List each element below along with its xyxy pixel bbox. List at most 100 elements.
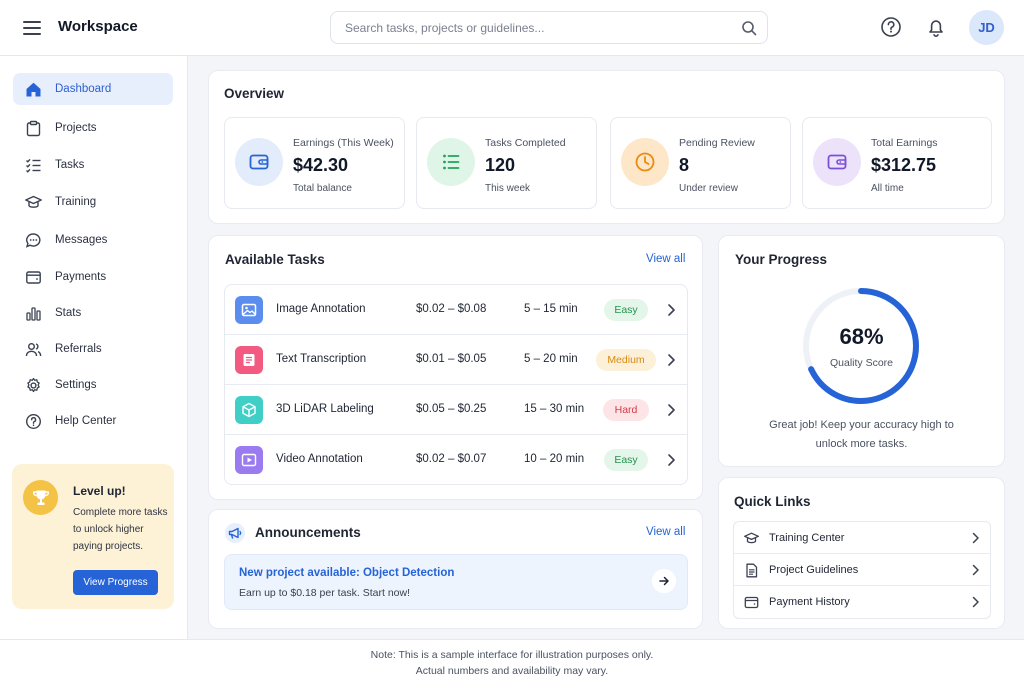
- avatar[interactable]: JD: [969, 10, 1004, 45]
- stat-sub: Total balance: [293, 183, 352, 194]
- tasks-view-all-link[interactable]: View all: [646, 253, 685, 265]
- footer-note: Note: This is a sample interface for ill…: [0, 639, 1024, 683]
- available-tasks-card: Available Tasks View all Image Annotatio…: [208, 235, 703, 500]
- task-row-3d-lidar-labeling[interactable]: 3D LiDAR Labeling $0.05 – $0.25 15 – 30 …: [225, 385, 687, 435]
- tasks-title: Available Tasks: [225, 252, 325, 267]
- overview-card: Overview Earnings (This Week) $42.30 Tot…: [208, 70, 1005, 224]
- progress-message: Great job! Keep your accuracy high to un…: [769, 419, 954, 450]
- sidebar: Dashboard Projects Tasks Training Messag…: [0, 56, 188, 640]
- cube-icon: [235, 396, 263, 424]
- stat-value: $42.30: [293, 155, 349, 175]
- wallet-icon: [813, 138, 861, 186]
- quick-links-title: Quick Links: [734, 494, 811, 509]
- sidebar-item-training[interactable]: Training: [13, 186, 173, 218]
- app-title: Workspace: [58, 18, 138, 35]
- sidebar-item-label: Settings: [55, 379, 97, 391]
- chevron-right-icon: [972, 596, 979, 608]
- sidebar-item-help-center[interactable]: Help Center: [13, 405, 173, 437]
- document-icon: [235, 346, 263, 374]
- task-time: 5 – 15 min: [524, 303, 578, 315]
- task-time: 10 – 20 min: [524, 453, 585, 465]
- sidebar-item-label: Projects: [55, 122, 97, 134]
- wallet-icon: [235, 138, 283, 186]
- sidebar-item-label: Help Center: [55, 415, 117, 427]
- stat-pending-review: Pending Review 8 Under review: [610, 117, 791, 209]
- help-icon[interactable]: [880, 16, 902, 38]
- stat-sub: All time: [871, 183, 904, 194]
- stat-label: Pending Review: [679, 137, 755, 149]
- chevron-right-icon: [668, 404, 675, 416]
- sidebar-item-payments[interactable]: Payments: [13, 261, 173, 293]
- footer-line-1: Note: This is a sample interface for ill…: [370, 649, 654, 661]
- announcements-card: Announcements View all New project avail…: [208, 509, 703, 629]
- sidebar-item-dashboard[interactable]: Dashboard: [13, 73, 173, 105]
- quick-link-payment-history[interactable]: Payment History: [734, 586, 990, 618]
- sidebar-item-tasks[interactable]: Tasks: [13, 149, 173, 181]
- difficulty-badge: Easy: [604, 449, 648, 471]
- difficulty-badge: Hard: [603, 399, 649, 421]
- search-input[interactable]: [345, 20, 725, 36]
- level-up-title: Level up!: [73, 484, 126, 498]
- search-icon[interactable]: [741, 20, 757, 36]
- sidebar-item-label: Stats: [55, 307, 82, 319]
- task-time: 15 – 30 min: [524, 403, 585, 415]
- sidebar-item-label: Payments: [55, 271, 107, 283]
- difficulty-badge: Easy: [604, 299, 648, 321]
- progress-title: Your Progress: [735, 252, 828, 267]
- task-name: Video Annotation: [276, 453, 363, 465]
- graduation-cap-icon: [744, 532, 759, 544]
- sidebar-item-referrals[interactable]: Referrals: [13, 333, 173, 365]
- stat-label: Earnings (This Week): [293, 137, 394, 149]
- top-bar: Workspace JD: [0, 0, 1024, 56]
- overview-title: Overview: [224, 86, 285, 101]
- chat-icon: [25, 233, 41, 248]
- sidebar-item-stats[interactable]: Stats: [13, 297, 173, 329]
- quick-link-project-guidelines[interactable]: Project Guidelines: [734, 554, 990, 586]
- stat-sub: Under review: [679, 183, 738, 194]
- chevron-right-icon: [668, 354, 675, 366]
- graduation-cap-icon: [25, 195, 42, 208]
- progress-card: Your Progress 68% Quality Score Great jo…: [718, 235, 1005, 467]
- home-icon: [26, 82, 41, 97]
- play-icon: [235, 446, 263, 474]
- announcement-item[interactable]: New project available: Object Detection …: [224, 554, 688, 610]
- announcements-view-all-link[interactable]: View all: [646, 526, 685, 538]
- chevron-right-icon: [668, 454, 675, 466]
- stat-total-earnings: Total Earnings $312.75 All time: [802, 117, 992, 209]
- task-row-image-annotation[interactable]: Image Annotation $0.02 – $0.08 5 – 15 mi…: [225, 285, 687, 335]
- sidebar-item-projects[interactable]: Projects: [13, 112, 173, 144]
- quick-link-training-center[interactable]: Training Center: [734, 522, 990, 554]
- bell-icon[interactable]: [925, 16, 947, 38]
- difficulty-badge: Medium: [596, 349, 656, 371]
- menu-icon[interactable]: [22, 18, 42, 38]
- wallet-icon: [744, 596, 759, 609]
- stat-earnings-week: Earnings (This Week) $42.30 Total balanc…: [224, 117, 405, 209]
- task-pay: $0.02 – $0.07: [416, 453, 487, 465]
- task-row-video-annotation[interactable]: Video Annotation $0.02 – $0.07 10 – 20 m…: [225, 435, 687, 484]
- task-pay: $0.05 – $0.25: [416, 403, 487, 415]
- users-icon: [25, 343, 42, 357]
- task-name: 3D LiDAR Labeling: [276, 403, 374, 415]
- arrow-right-icon[interactable]: [652, 569, 676, 593]
- view-progress-button[interactable]: View Progress: [73, 570, 158, 595]
- level-up-card: Level up! Complete more tasks to unlock …: [12, 464, 174, 609]
- task-name: Text Transcription: [276, 353, 367, 365]
- sidebar-item-settings[interactable]: Settings: [13, 369, 173, 401]
- stat-label: Total Earnings: [871, 137, 938, 149]
- search-box: [330, 11, 768, 44]
- task-row-text-transcription[interactable]: Text Transcription $0.01 – $0.05 5 – 20 …: [225, 335, 687, 385]
- quality-score-value: 68%: [839, 324, 884, 349]
- clipboard-icon: [26, 120, 41, 137]
- sidebar-item-label: Dashboard: [55, 83, 112, 95]
- clock-icon: [621, 138, 669, 186]
- wallet-icon: [26, 271, 41, 284]
- task-name: Image Annotation: [276, 303, 366, 315]
- task-pay: $0.01 – $0.05: [416, 353, 487, 365]
- sidebar-item-messages[interactable]: Messages: [13, 224, 173, 256]
- bar-chart-icon: [26, 307, 41, 321]
- quick-links-card: Quick Links Training Center Project Guid…: [718, 477, 1005, 629]
- stat-label: Tasks Completed: [485, 137, 566, 149]
- stat-tasks-completed: Tasks Completed 120 This week: [416, 117, 597, 209]
- image-icon: [235, 296, 263, 324]
- chevron-right-icon: [972, 532, 979, 544]
